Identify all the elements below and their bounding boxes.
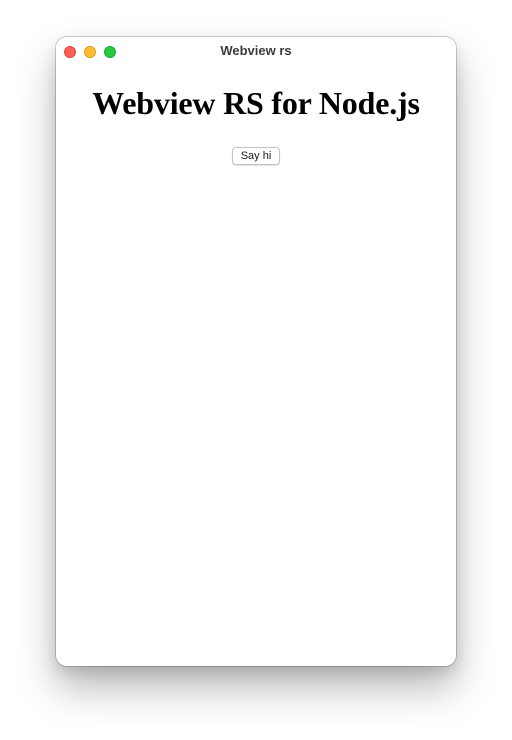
app-window: Webview rs Webview RS for Node.js Say hi	[56, 37, 456, 666]
window-titlebar[interactable]: Webview rs	[56, 37, 456, 65]
say-hi-button[interactable]: Say hi	[232, 147, 280, 165]
webview-content: Webview RS for Node.js Say hi	[56, 65, 456, 666]
window-title: Webview rs	[220, 43, 292, 58]
page-heading: Webview RS for Node.js	[92, 85, 420, 121]
desktop: Webview rs Webview RS for Node.js Say hi	[0, 0, 512, 740]
